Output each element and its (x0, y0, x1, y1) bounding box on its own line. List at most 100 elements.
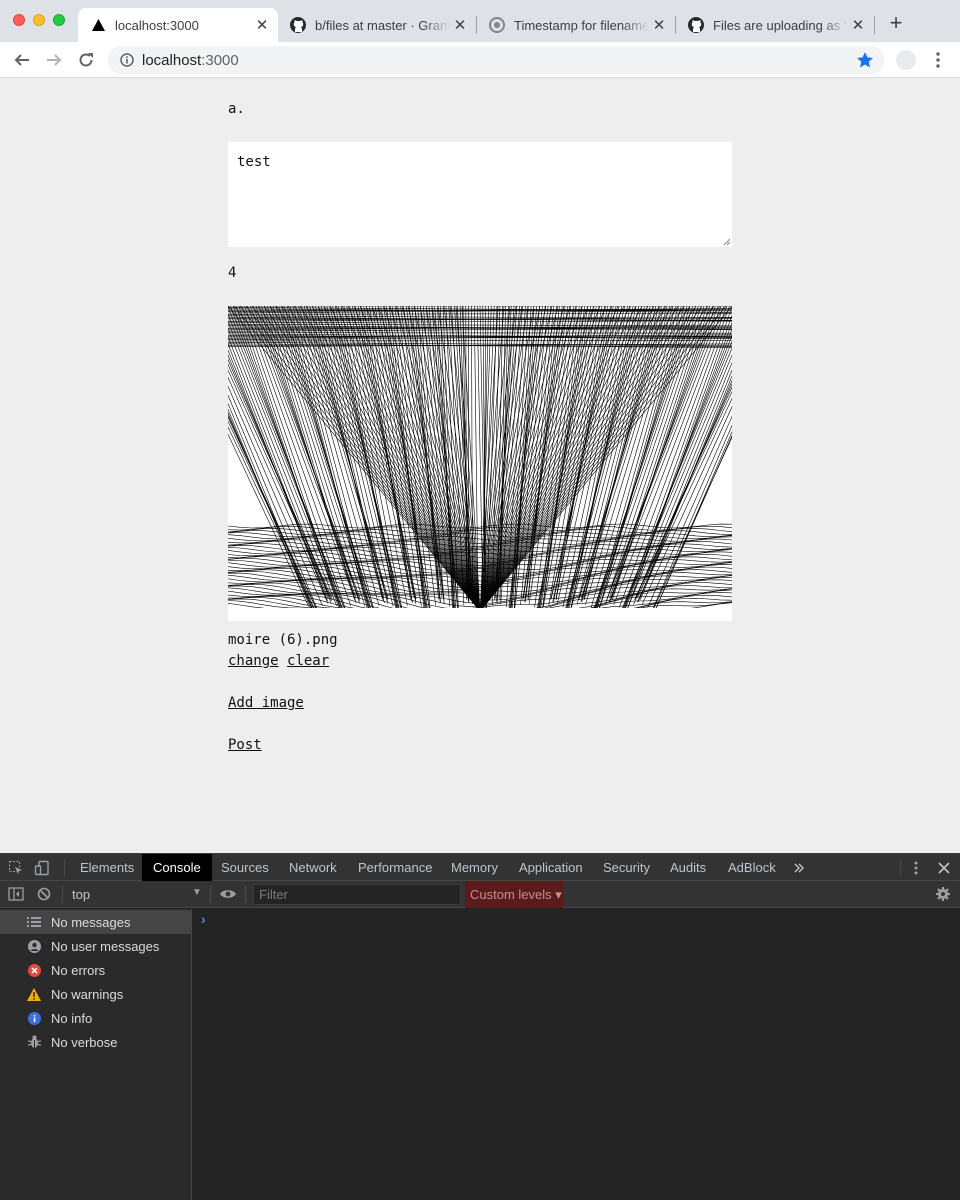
sidebar-item-info[interactable]: No info (0, 1006, 192, 1030)
tab-github-issue[interactable]: Files are uploading as 'file' ✕ (676, 8, 874, 42)
forward-arrow-icon (47, 54, 62, 66)
triangle-icon (90, 17, 106, 33)
context-selector[interactable]: top (72, 887, 90, 902)
devtools-tab-application[interactable]: Application (508, 854, 594, 881)
tab-title: b/files at master · GrantCuster (315, 17, 450, 33)
devtools-tab-adblock[interactable]: AdBlock (717, 854, 787, 881)
inspect-element-icon[interactable] (7, 859, 25, 877)
clear-console-icon[interactable] (35, 885, 53, 903)
resize-grip-icon[interactable] (723, 238, 731, 246)
eye-icon[interactable] (219, 885, 237, 903)
devtools-close-icon[interactable] (935, 859, 953, 877)
console-prompt[interactable]: › (201, 911, 206, 927)
user-icon (27, 939, 41, 953)
close-icon[interactable]: ✕ (450, 16, 470, 34)
window-minimize-button[interactable] (33, 14, 45, 26)
devtools-tab-security[interactable]: Security (592, 854, 661, 881)
window-maximize-button[interactable] (53, 14, 65, 26)
sidebar-item-verbose[interactable]: No verbose (0, 1030, 192, 1054)
image-actions: change clear (228, 653, 329, 669)
tab-timestamp[interactable]: Timestamp for filename ✕ (477, 8, 675, 42)
bookmark-star-icon[interactable] (856, 51, 874, 74)
toolbar-divider (210, 886, 211, 903)
custom-levels-dropdown[interactable]: Custom levels ▾ (465, 881, 563, 908)
browser-toolbar: localhost:3000 (0, 42, 960, 78)
sidebar-item-warnings[interactable]: No warnings (0, 982, 192, 1006)
tab-title: localhost:3000 (115, 17, 199, 33)
page-content: a. test 4 moire (6).png change clear Add… (0, 79, 960, 853)
devtools-tab-sources[interactable]: Sources (210, 854, 280, 881)
github-icon (688, 17, 704, 33)
devtools-tab-network[interactable]: Network (278, 854, 348, 881)
devtools-tabbar: Elements Console Sources Network Perform… (0, 854, 960, 881)
moire-pattern-image (228, 306, 732, 621)
tab-separator (874, 16, 875, 34)
more-vertical-icon (936, 52, 940, 68)
tab-strip: localhost:3000 ✕ b/files at master · Gra… (0, 0, 960, 42)
devtools-tab-memory[interactable]: Memory (440, 854, 509, 881)
chrome-icon (489, 17, 505, 33)
change-image-link[interactable]: change (228, 653, 279, 669)
browser-menu-button[interactable] (928, 50, 948, 70)
post-textarea[interactable]: test (228, 142, 732, 247)
devtools-tab-audits[interactable]: Audits (659, 854, 717, 881)
uploaded-image (228, 306, 732, 621)
close-icon[interactable]: ✕ (848, 16, 868, 34)
console-toolbar: top ▼ Filter Custom levels ▾ (0, 881, 960, 908)
devtools-tab-elements[interactable]: Elements (69, 854, 145, 881)
sidebar-item-messages[interactable]: No messages (0, 910, 192, 934)
profile-avatar[interactable] (896, 50, 916, 70)
sidebar-toggle-icon[interactable] (7, 885, 25, 903)
textarea-value: test (237, 154, 271, 170)
back-button[interactable] (10, 48, 34, 72)
sidebar-item-label: No errors (51, 963, 106, 978)
devtools-panel: Elements Console Sources Network Perform… (0, 853, 960, 1200)
forward-button[interactable] (42, 48, 66, 72)
error-icon (27, 963, 41, 977)
url-text: localhost:3000 (142, 52, 239, 69)
back-arrow-icon (14, 54, 29, 66)
console-sidebar: No messages No user messages No errors N… (0, 909, 192, 1200)
tab-github-files[interactable]: b/files at master · GrantCuster ✕ (278, 8, 476, 42)
devtools-menu-icon[interactable] (907, 859, 925, 877)
sidebar-item-label: No messages (51, 915, 131, 930)
close-icon[interactable]: ✕ (649, 16, 669, 34)
post-button[interactable]: Post (228, 737, 262, 753)
sidebar-item-errors[interactable]: No errors (0, 958, 192, 982)
tab-title: Timestamp for filename (514, 17, 649, 33)
toolbar-divider (245, 886, 246, 903)
address-bar[interactable]: localhost:3000 (108, 46, 884, 74)
devtools-tab-performance[interactable]: Performance (347, 854, 443, 881)
character-count: 4 (228, 265, 237, 281)
settings-gear-icon[interactable] (934, 885, 952, 903)
reload-button[interactable] (74, 48, 98, 72)
clear-image-link[interactable]: clear (287, 653, 329, 669)
author-label: a. (228, 101, 245, 117)
new-tab-button[interactable]: + (884, 12, 908, 36)
sidebar-item-label: No info (51, 1011, 93, 1026)
sidebar-item-label: No verbose (51, 1035, 118, 1050)
info-icon (27, 1011, 41, 1025)
toolbar-divider (62, 886, 63, 903)
window-close-button[interactable] (13, 14, 25, 26)
context-dropdown-icon[interactable]: ▼ (192, 887, 202, 898)
list-icon (27, 915, 41, 929)
image-filename: moire (6).png (228, 632, 338, 648)
sidebar-item-user-messages[interactable]: No user messages (0, 934, 192, 958)
toolbar-divider (64, 859, 65, 876)
sidebar-item-label: No user messages (51, 939, 160, 954)
devtools-tab-console[interactable]: Console (142, 854, 212, 881)
reload-icon (79, 53, 93, 67)
github-icon (290, 17, 306, 33)
info-icon[interactable] (120, 53, 134, 72)
device-toolbar-icon[interactable] (33, 859, 51, 877)
add-image-link[interactable]: Add image (228, 695, 304, 711)
toolbar-divider (900, 859, 901, 876)
more-tabs-chevron-icon[interactable] (790, 859, 808, 877)
warning-icon (27, 987, 41, 1001)
console-filter-input[interactable]: Filter (253, 884, 461, 905)
tab-localhost[interactable]: localhost:3000 ✕ (78, 8, 278, 42)
close-icon[interactable]: ✕ (252, 16, 272, 34)
bug-icon (27, 1035, 41, 1049)
tab-title: Files are uploading as 'file' (713, 17, 848, 33)
